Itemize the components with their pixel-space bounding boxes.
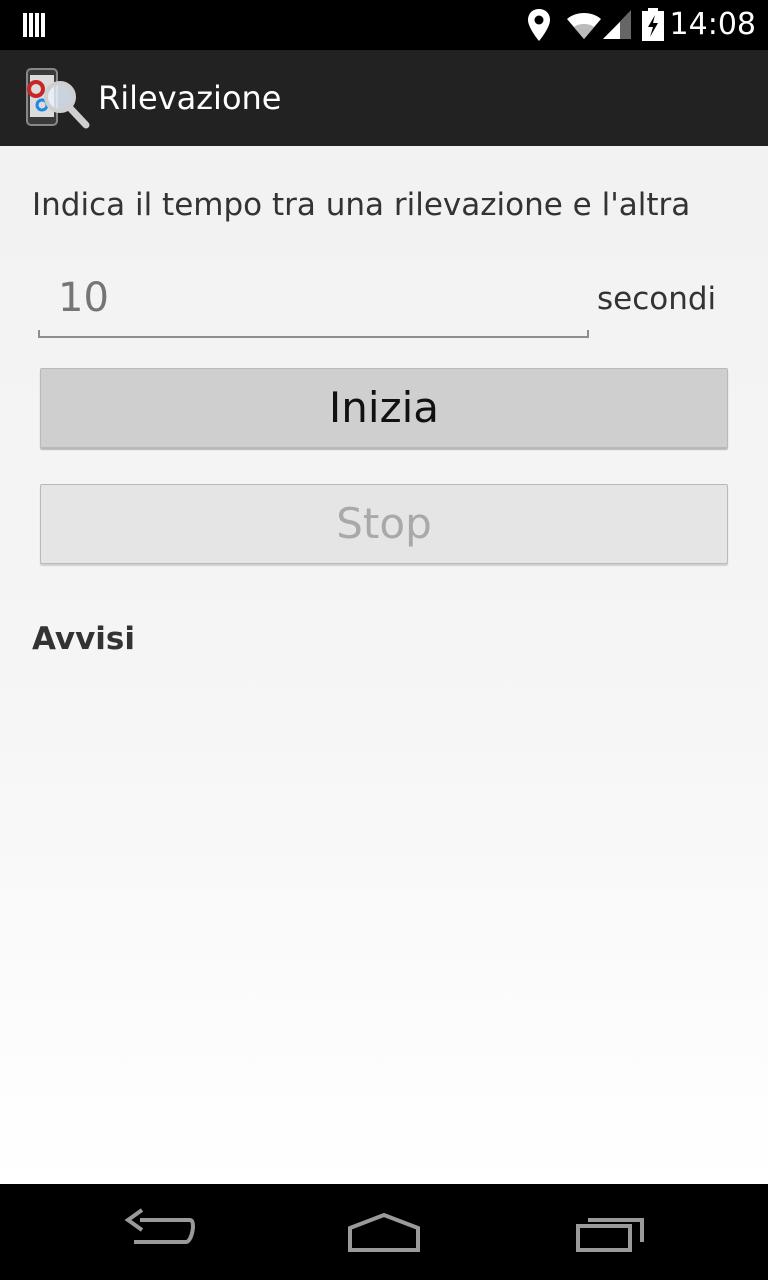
start-button[interactable]: Inizia: [40, 368, 728, 448]
back-icon[interactable]: [120, 1204, 200, 1260]
action-bar: Rilevazione: [0, 50, 768, 146]
status-clock: 14:08: [669, 7, 756, 42]
interval-instruction: Indica il tempo tra una rilevazione e l'…: [32, 187, 691, 223]
home-icon[interactable]: [344, 1204, 424, 1260]
app-logo-icon[interactable]: [24, 67, 90, 129]
location-icon: [528, 9, 550, 41]
status-bar: 14:08: [0, 0, 768, 50]
main-content: Indica il tempo tra una rilevazione e l'…: [0, 146, 768, 1184]
wifi-icon: [567, 13, 601, 39]
app-title: Rilevazione: [98, 79, 282, 117]
stop-button[interactable]: Stop: [40, 484, 728, 564]
interval-seconds-input[interactable]: [40, 264, 588, 332]
input-underline: [38, 330, 589, 338]
navigation-bar: [0, 1184, 768, 1280]
recents-icon[interactable]: [570, 1204, 650, 1260]
cell-signal-icon: [603, 10, 631, 39]
seconds-unit-label: secondi: [597, 281, 717, 317]
alerts-heading: Avvisi: [32, 621, 136, 657]
battery-charging-icon: [642, 8, 664, 41]
notification-icon: [23, 13, 45, 37]
